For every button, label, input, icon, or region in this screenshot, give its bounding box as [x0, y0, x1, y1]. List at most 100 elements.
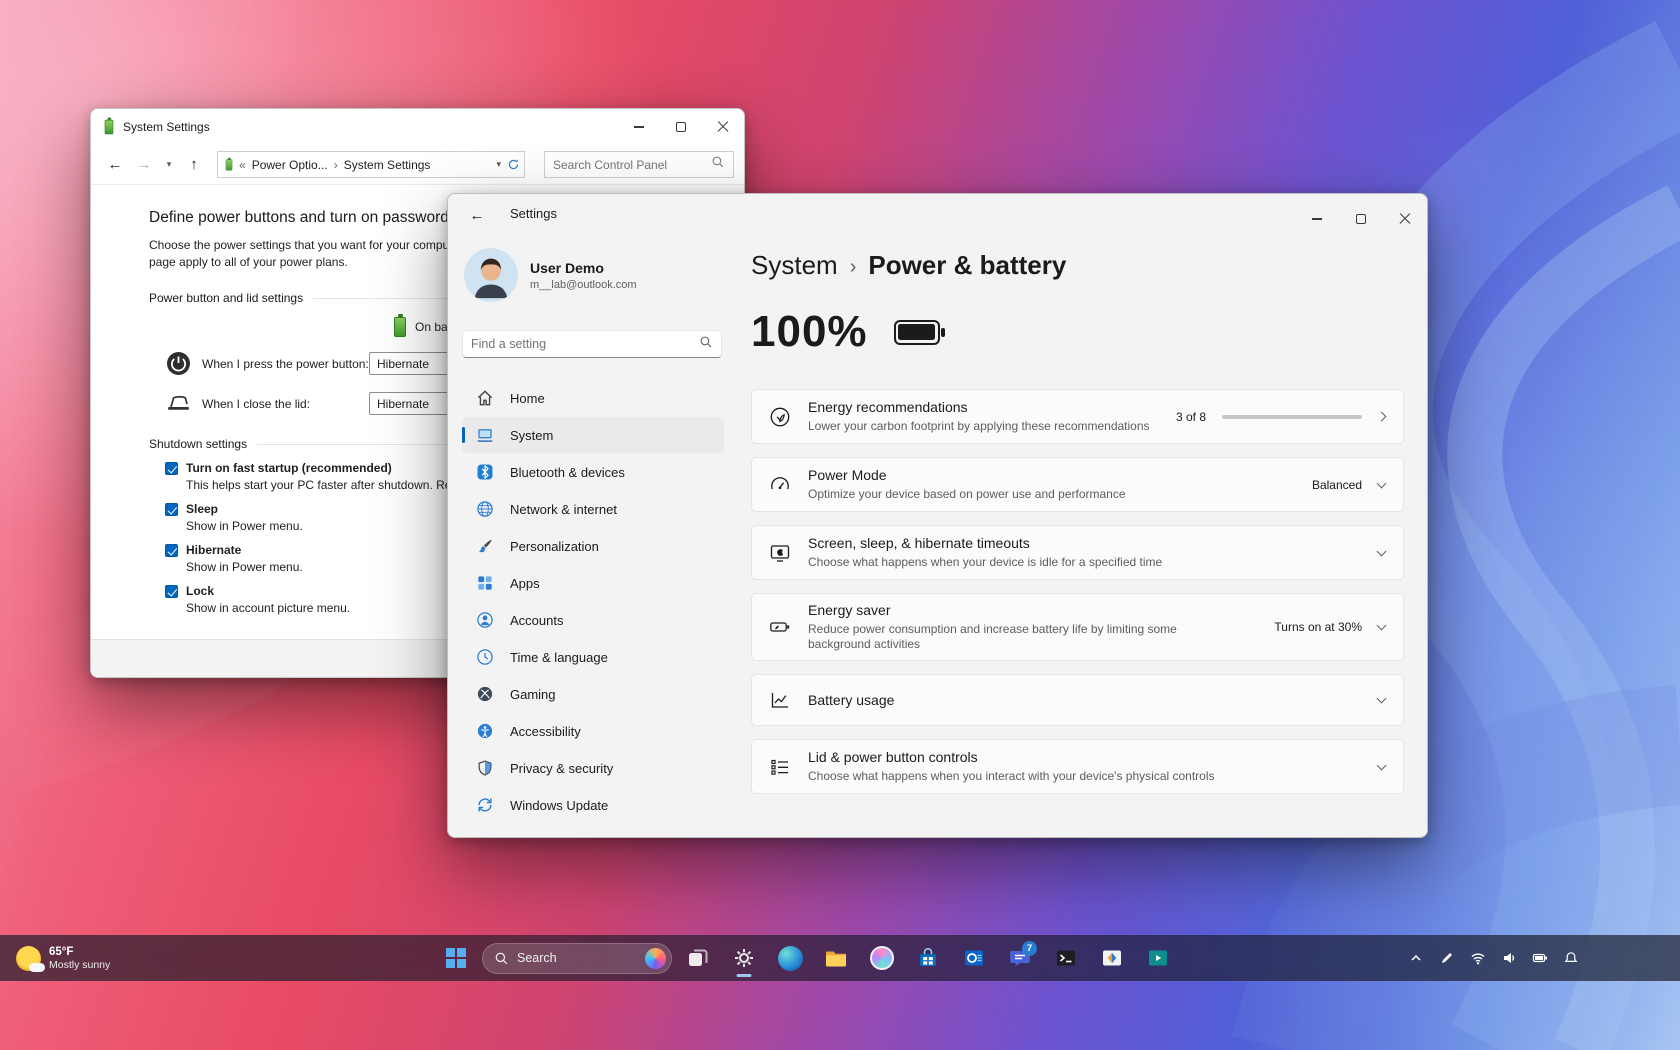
update-arrows-icon: [475, 795, 495, 815]
sleep-checkbox[interactable]: [165, 503, 178, 516]
battery-icon: [1532, 950, 1548, 966]
sidebar-item-label: Accounts: [510, 613, 563, 628]
minimize-button[interactable]: [618, 112, 660, 142]
volume-tray-button[interactable]: [1495, 943, 1522, 973]
card-title: Power Mode: [808, 467, 1126, 483]
card-lid-power-controls[interactable]: Lid & power button controls Choose what …: [751, 739, 1404, 794]
power-mode-value: Balanced: [1312, 478, 1362, 492]
start-button[interactable]: [436, 938, 476, 978]
breadcrumb-power-options[interactable]: Power Optio...: [252, 158, 328, 172]
recent-pages-chevron-icon[interactable]: ▾: [163, 159, 175, 170]
teams-button[interactable]: 7: [1000, 938, 1040, 978]
media-player-button[interactable]: [1138, 938, 1178, 978]
card-title: Energy recommendations: [808, 399, 1150, 415]
settings-search[interactable]: [462, 330, 722, 358]
pen-tray-button[interactable]: [1433, 943, 1460, 973]
task-view-button[interactable]: [678, 938, 718, 978]
breadcrumb-system-settings[interactable]: System Settings: [344, 158, 431, 172]
sidebar-item-time-language[interactable]: Time & language: [462, 639, 724, 675]
close-icon: [717, 121, 729, 133]
widgets-weather-button[interactable]: 65°F Mostly sunny: [8, 935, 118, 981]
notifications-button[interactable]: [1557, 943, 1584, 973]
taskbar-search[interactable]: Search: [482, 943, 672, 974]
power-button-icon: [165, 350, 192, 377]
checkbox-label: Sleep: [186, 502, 303, 516]
search-icon: [699, 335, 713, 354]
back-button[interactable]: ←: [105, 156, 125, 173]
user-account[interactable]: User Demo m__lab@outlook.com: [462, 242, 738, 308]
address-bar[interactable]: « Power Optio... › System Settings ▾: [217, 151, 525, 178]
avatar: [464, 248, 518, 302]
chevron-down-icon: [1377, 760, 1387, 770]
checkbox-label: Lock: [186, 584, 350, 598]
power-button-label: When I press the power button:: [202, 357, 369, 371]
sidebar-item-label: Bluetooth & devices: [510, 465, 625, 480]
photos-button[interactable]: [1092, 938, 1132, 978]
sidebar-item-apps[interactable]: Apps: [462, 565, 724, 601]
network-tray-button[interactable]: [1464, 943, 1491, 973]
breadcrumb-system[interactable]: System: [751, 250, 838, 281]
copilot-button[interactable]: [862, 938, 902, 978]
sidebar-item-accessibility[interactable]: Accessibility: [462, 713, 724, 749]
minimize-button[interactable]: [1295, 202, 1339, 236]
search-highlight-icon: [645, 948, 666, 969]
sidebar-item-personalization[interactable]: Personalization: [462, 528, 724, 564]
find-setting-input[interactable]: [471, 337, 693, 351]
battery-status: 100%: [751, 307, 1404, 357]
power-options-icon: [226, 159, 233, 170]
battery-tray-button[interactable]: [1526, 943, 1553, 973]
lock-checkbox[interactable]: [165, 585, 178, 598]
pen-icon: [1439, 950, 1455, 966]
hidden-icons-button[interactable]: [1402, 943, 1429, 973]
sidebar-item-network-internet[interactable]: Network & internet: [462, 491, 724, 527]
minimize-icon: [1312, 218, 1322, 219]
breadcrumb-overflow[interactable]: «: [239, 158, 246, 172]
card-title: Screen, sleep, & hibernate timeouts: [808, 535, 1162, 551]
maximize-button[interactable]: [1339, 202, 1383, 236]
breadcrumb-separator: ›: [334, 158, 338, 172]
close-button[interactable]: [1383, 202, 1427, 236]
search-input[interactable]: [553, 158, 705, 172]
sidebar-item-accounts[interactable]: Accounts: [462, 602, 724, 638]
clock-icon: [475, 647, 495, 667]
outlook-button[interactable]: [954, 938, 994, 978]
hibernate-checkbox[interactable]: [165, 544, 178, 557]
sidebar-item-bluetooth-devices[interactable]: Bluetooth & devices: [462, 454, 724, 490]
battery-usage-chart-icon: [768, 688, 792, 712]
maximize-button[interactable]: [660, 112, 702, 142]
card-battery-usage[interactable]: Battery usage: [751, 674, 1404, 726]
sidebar-item-gaming[interactable]: Gaming: [462, 676, 724, 712]
close-button[interactable]: [702, 112, 744, 142]
refresh-button[interactable]: [507, 158, 520, 171]
fast-startup-checkbox[interactable]: [165, 462, 178, 475]
sidebar-item-label: Apps: [510, 576, 540, 591]
sidebar-item-home[interactable]: Home: [462, 380, 724, 416]
settings-app-button[interactable]: [724, 938, 764, 978]
address-dropdown-icon[interactable]: ▾: [496, 159, 501, 170]
checkbox-desc: Show in Power menu.: [186, 560, 303, 574]
up-button[interactable]: ↑: [184, 156, 204, 173]
chevron-down-icon: [1377, 621, 1387, 631]
card-energy-recommendations[interactable]: Energy recommendations Lower your carbon…: [751, 389, 1404, 444]
forward-button[interactable]: →: [134, 156, 154, 173]
weather-temperature: 65°F: [49, 946, 110, 959]
bluetooth-icon: [475, 462, 495, 482]
sidebar-item-system[interactable]: System: [462, 417, 724, 453]
control-panel-search[interactable]: [544, 151, 734, 178]
energy-recommendations-icon: [768, 405, 792, 429]
back-button[interactable]: ←: [462, 202, 492, 228]
file-explorer-button[interactable]: [816, 938, 856, 978]
taskbar: 65°F Mostly sunny Search: [0, 935, 1680, 981]
sidebar-item-privacy-security[interactable]: Privacy & security: [462, 750, 724, 786]
card-screen-sleep-timeouts[interactable]: Screen, sleep, & hibernate timeouts Choo…: [751, 525, 1404, 580]
card-energy-saver[interactable]: Energy saver Reduce power consumption an…: [751, 593, 1404, 661]
section-label: Power button and lid settings: [149, 291, 303, 305]
edge-button[interactable]: [770, 938, 810, 978]
system-tray: [1402, 935, 1584, 981]
windows-logo-icon: [446, 948, 466, 968]
microsoft-store-button[interactable]: [908, 938, 948, 978]
user-email: m__lab@outlook.com: [530, 279, 637, 291]
card-power-mode[interactable]: Power Mode Optimize your device based on…: [751, 457, 1404, 512]
sidebar-item-windows-update[interactable]: Windows Update: [462, 787, 724, 823]
terminal-button[interactable]: [1046, 938, 1086, 978]
